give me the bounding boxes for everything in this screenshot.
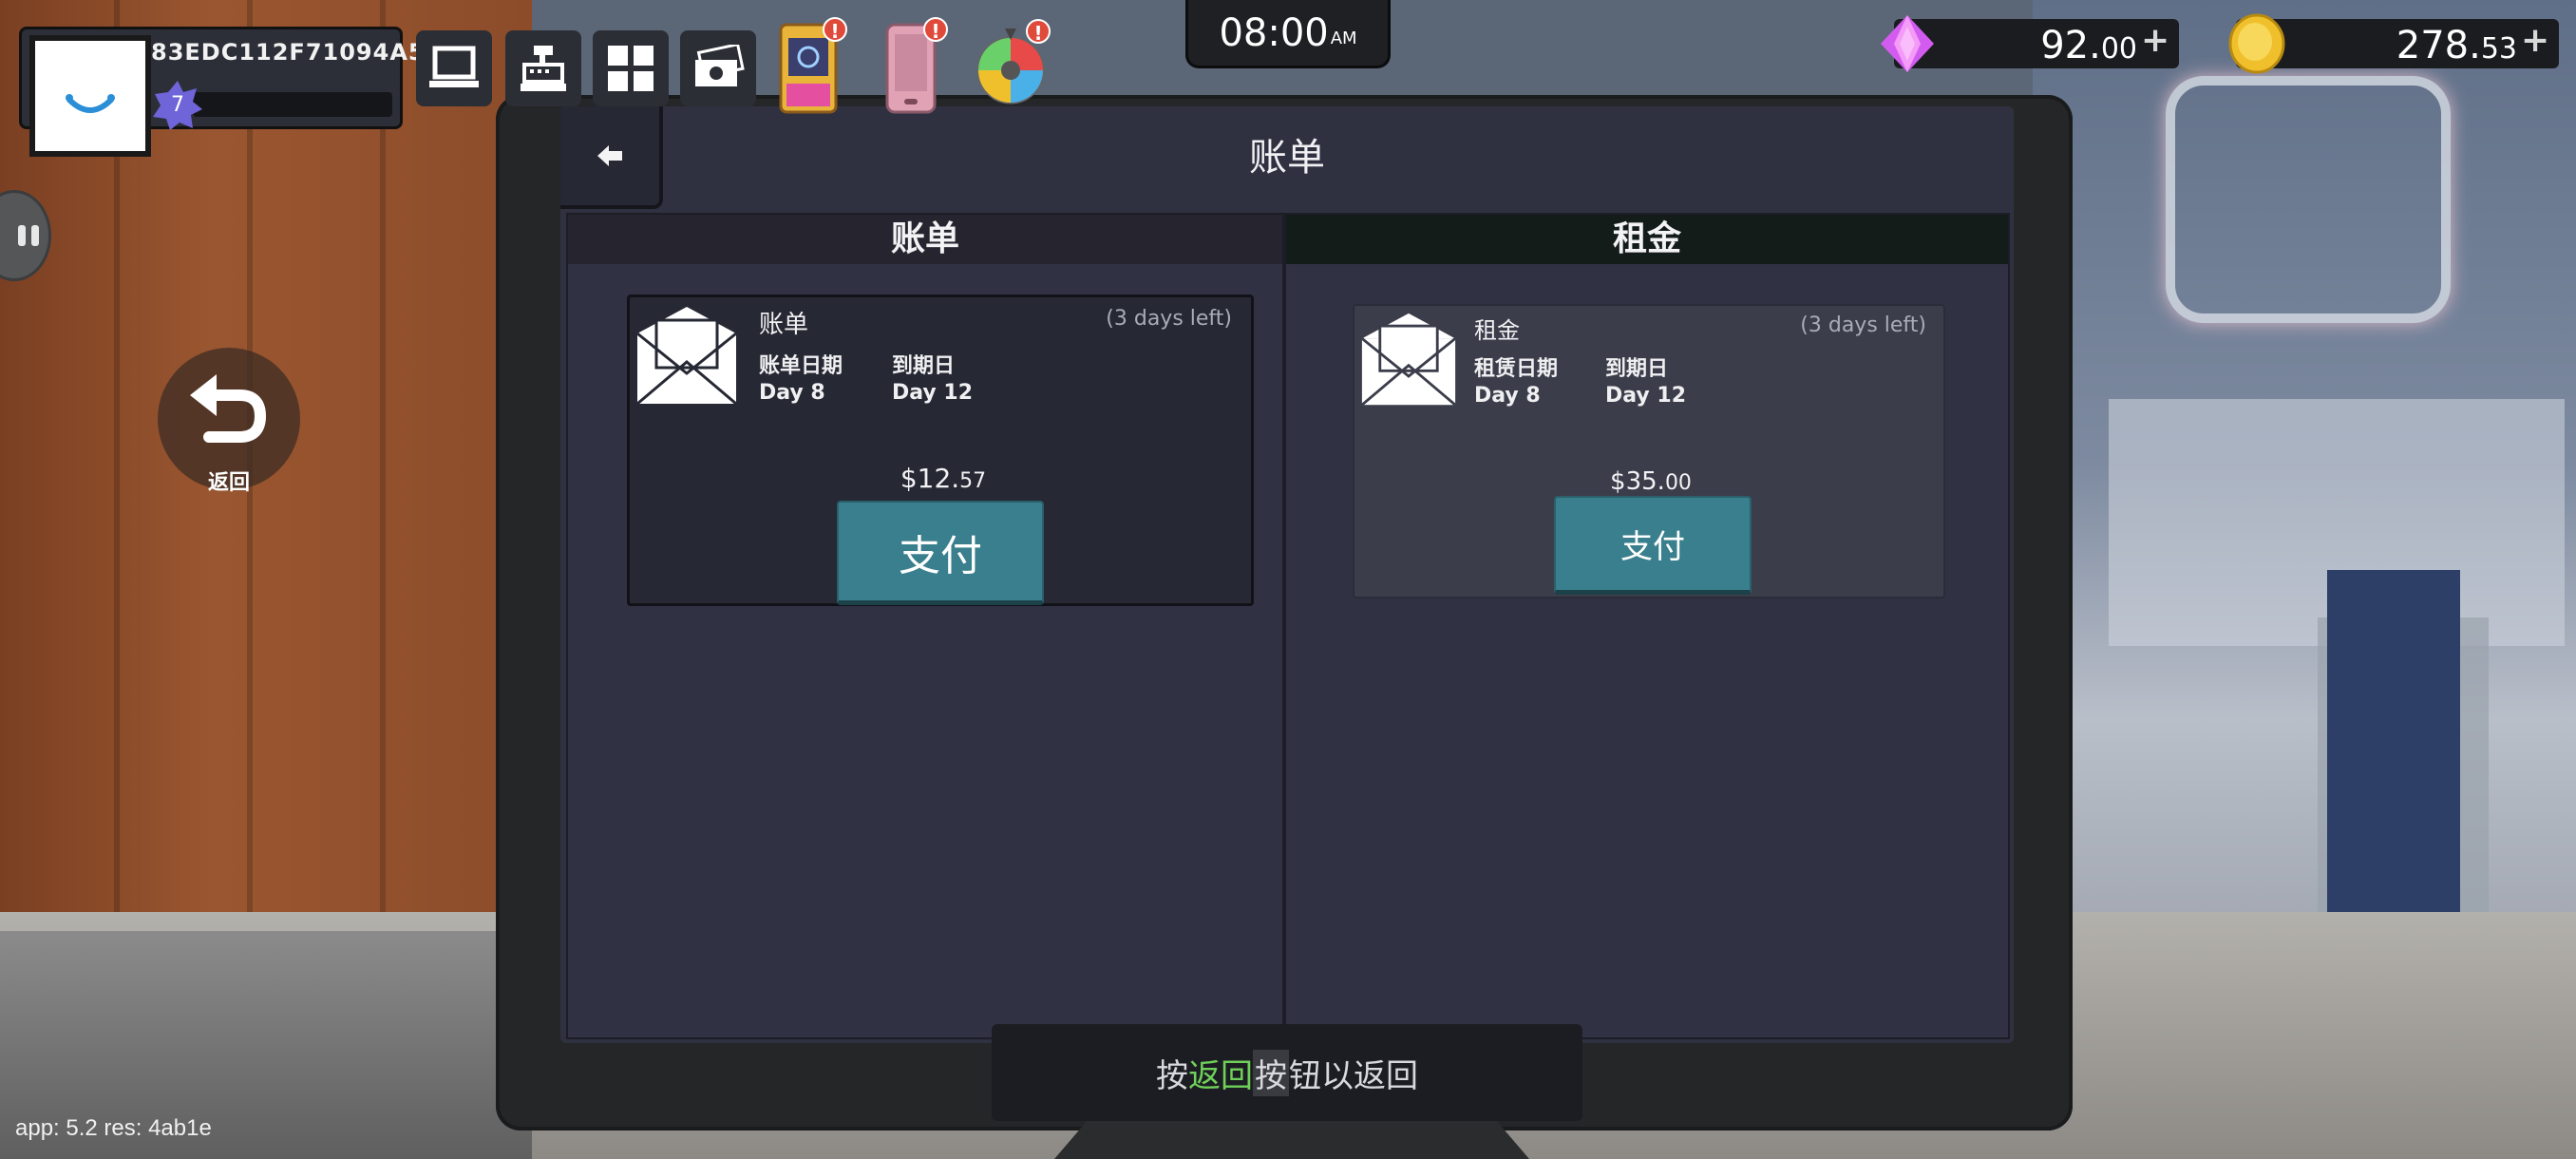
back-button[interactable] bbox=[560, 106, 663, 209]
computer-button[interactable] bbox=[416, 30, 492, 106]
player-profile[interactable]: 83EDC112F71094A5 7 bbox=[19, 27, 425, 157]
pay-rent-button[interactable]: 支付 bbox=[1554, 496, 1752, 595]
screen-header: 账单 bbox=[560, 106, 2014, 209]
side-back-label: 返回 bbox=[207, 471, 250, 495]
alert-badge: ! bbox=[823, 17, 847, 43]
shopping-bag-icon bbox=[66, 94, 115, 113]
add-coins-button[interactable]: + bbox=[2521, 24, 2549, 58]
grid-icon bbox=[608, 46, 653, 91]
cash-register-icon bbox=[521, 46, 566, 91]
version-label: app: 5.2 res: 4ab1e bbox=[15, 1115, 212, 1141]
bill-amount: $12.57 bbox=[900, 463, 987, 494]
avatar[interactable] bbox=[29, 35, 151, 157]
coins-counter: 278.53 + bbox=[2228, 13, 2559, 74]
coins-value: 278.53 bbox=[2396, 24, 2517, 67]
rent-card: 租金 (3 days left) 租赁日期 到期日 Day 8 Day 12 $… bbox=[1353, 304, 1945, 598]
clock-time: 08:00 bbox=[1219, 10, 1329, 55]
pause-icon bbox=[18, 225, 39, 246]
days-left: (3 days left) bbox=[1106, 307, 1232, 331]
hint-back-word: 返回 bbox=[1188, 1056, 1253, 1095]
tab-rent[interactable]: 租金 bbox=[1286, 215, 2008, 264]
page-title: 账单 bbox=[1249, 136, 1325, 180]
pay-bill-button[interactable]: 支付 bbox=[837, 501, 1044, 605]
due-date-label: 到期日 bbox=[892, 354, 956, 378]
banknote-icon bbox=[695, 45, 745, 86]
bill-date-label: 账单日期 bbox=[759, 354, 843, 378]
bills-screen: 账单 账单 账单 (3 days left) 账单日期 到期日 Day 8 Da… bbox=[560, 106, 2014, 1043]
bill-panels: 账单 账单 (3 days left) 账单日期 到期日 Day 8 Day 1… bbox=[566, 213, 2010, 1039]
coin-icon bbox=[2228, 13, 2285, 74]
cash-register-button[interactable] bbox=[505, 30, 581, 106]
money-button[interactable] bbox=[680, 30, 756, 106]
arrow-left-icon bbox=[597, 145, 622, 166]
claw-machine-button[interactable]: ! bbox=[777, 17, 847, 116]
due-date-label: 到期日 bbox=[1605, 357, 1669, 381]
clock-ampm: AM bbox=[1330, 28, 1357, 48]
add-gems-button[interactable]: + bbox=[2141, 24, 2169, 58]
bill-card: 账单 (3 days left) 账单日期 到期日 Day 8 Day 12 $… bbox=[627, 294, 1254, 606]
game-clock: 08:00 AM bbox=[1185, 0, 1391, 68]
rent-name: 租金 bbox=[1474, 317, 1520, 344]
back-hint-bar: 按返回按钮以返回 bbox=[992, 1024, 1582, 1121]
rent-date-label: 租赁日期 bbox=[1474, 357, 1559, 381]
days-left: (3 days left) bbox=[1800, 314, 1926, 337]
level-badge: 7 bbox=[151, 79, 204, 132]
player-id: 83EDC112F71094A5 bbox=[151, 39, 426, 66]
undo-arrow-icon bbox=[190, 374, 267, 443]
gems-counter: 92.00 + bbox=[1881, 15, 2179, 72]
apps-grid-button[interactable] bbox=[593, 30, 669, 106]
due-date-value: Day 12 bbox=[892, 381, 974, 405]
gems-value: 92.00 bbox=[2040, 24, 2137, 67]
rent-amount: $35.00 bbox=[1610, 467, 1692, 496]
tab-bills[interactable]: 账单 bbox=[568, 215, 1282, 264]
laptop-icon bbox=[429, 46, 479, 87]
bill-date-value: Day 8 bbox=[759, 381, 825, 405]
rent-date-value: Day 8 bbox=[1474, 384, 1541, 408]
alert-badge: ! bbox=[1026, 19, 1051, 45]
rent-panel: 租金 租金 (3 days left) 租赁日期 到期日 Day 8 Day 1… bbox=[1284, 213, 2010, 1039]
due-date-value: Day 12 bbox=[1605, 384, 1687, 408]
bill-name: 账单 bbox=[759, 311, 809, 339]
bills-panel: 账单 账单 (3 days left) 账单日期 到期日 Day 8 Day 1… bbox=[566, 213, 1284, 1039]
phone-button[interactable]: ! bbox=[883, 17, 948, 116]
alert-badge: ! bbox=[923, 17, 948, 43]
gem-icon bbox=[1881, 15, 1934, 72]
envelope-icon bbox=[1360, 313, 1457, 407]
lucky-wheel-button[interactable]: ! bbox=[975, 19, 1051, 108]
envelope-icon bbox=[636, 307, 737, 406]
xp-bar bbox=[193, 92, 392, 117]
